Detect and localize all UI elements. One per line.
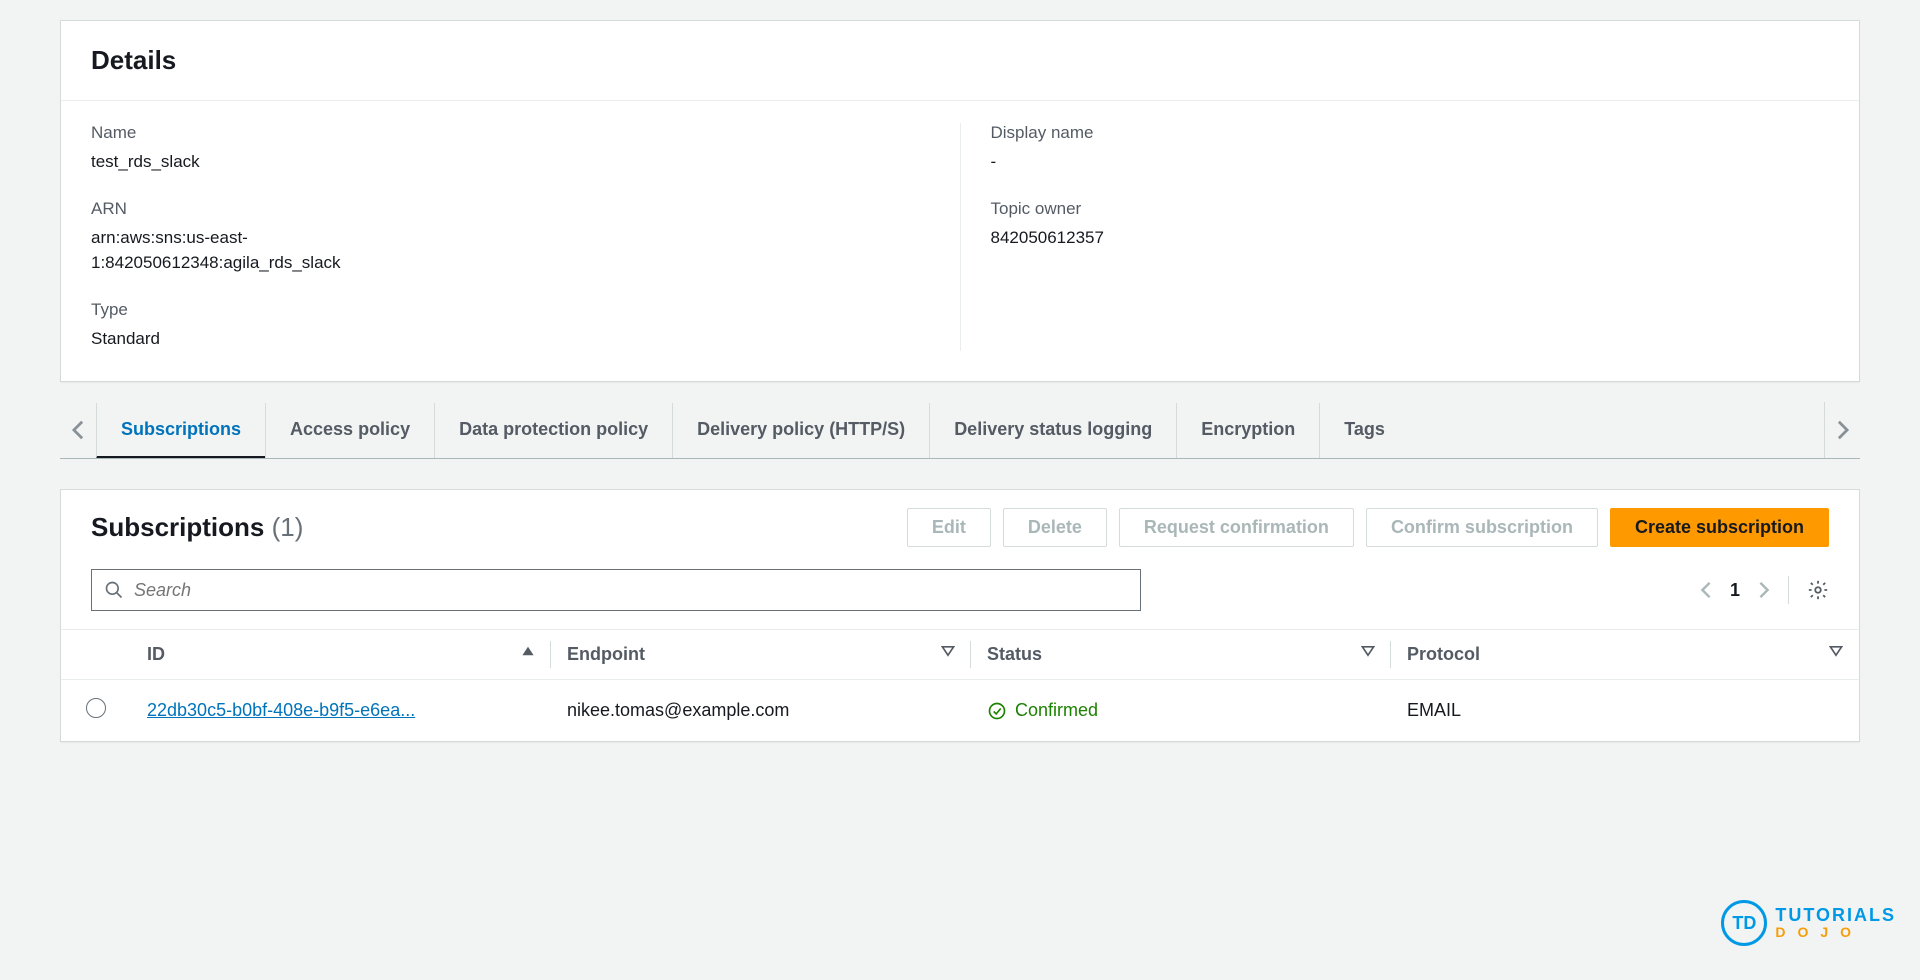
confirm-subscription-button[interactable]: Confirm subscription: [1366, 508, 1598, 547]
subscriptions-count: (1): [272, 512, 304, 542]
delete-button[interactable]: Delete: [1003, 508, 1107, 547]
column-endpoint-label: Endpoint: [567, 644, 645, 664]
check-circle-icon: [987, 701, 1007, 721]
column-select: [61, 630, 131, 680]
row-select-radio[interactable]: [86, 698, 106, 718]
tab-encryption[interactable]: Encryption: [1176, 403, 1319, 458]
table-preferences-button[interactable]: [1807, 579, 1829, 601]
watermark-text: TUTORIALS DOJO: [1775, 906, 1896, 940]
field-topic-owner: Topic owner 842050612357: [991, 199, 1830, 251]
subscriptions-toolbar: 1: [61, 569, 1859, 629]
column-status-label: Status: [987, 644, 1042, 664]
status-badge: Confirmed: [987, 700, 1375, 721]
status-text: Confirmed: [1015, 700, 1098, 721]
field-arn-value: arn:aws:sns:us-east-1:842050612348:agila…: [91, 225, 451, 276]
create-subscription-button[interactable]: Create subscription: [1610, 508, 1829, 547]
column-protocol[interactable]: Protocol: [1391, 630, 1859, 680]
watermark: TD TUTORIALS DOJO: [1721, 900, 1896, 946]
field-display-name-value: -: [991, 149, 1830, 175]
tab-delivery-policy[interactable]: Delivery policy (HTTP/S): [672, 403, 929, 458]
subscriptions-actions: Edit Delete Request confirmation Confirm…: [907, 508, 1829, 547]
tab-tags[interactable]: Tags: [1319, 403, 1409, 458]
edit-button[interactable]: Edit: [907, 508, 991, 547]
field-name-label: Name: [91, 123, 930, 143]
chevron-left-icon: [71, 419, 85, 441]
subscriptions-table: ID Endpoint Status: [61, 629, 1859, 741]
watermark-line2: DOJO: [1775, 925, 1896, 940]
pagination-current: 1: [1730, 580, 1740, 601]
tabs-container: Subscriptions Access policy Data protect…: [60, 402, 1860, 459]
field-display-name: Display name -: [991, 123, 1830, 175]
subscriptions-header: Subscriptions (1) Edit Delete Request co…: [61, 490, 1859, 569]
sort-asc-icon: [521, 644, 535, 658]
details-panel: Details Name test_rds_slack ARN arn:aws:…: [60, 20, 1860, 382]
column-id[interactable]: ID: [131, 630, 551, 680]
pagination-next-button[interactable]: [1758, 580, 1770, 600]
field-arn-label: ARN: [91, 199, 930, 219]
subscription-endpoint: nikee.tomas@example.com: [567, 700, 789, 720]
details-body: Name test_rds_slack ARN arn:aws:sns:us-e…: [61, 101, 1859, 381]
field-type-label: Type: [91, 300, 930, 320]
details-col-right: Display name - Topic owner 842050612357: [961, 123, 1830, 351]
watermark-line1: TUTORIALS: [1775, 906, 1896, 925]
search-icon: [104, 580, 124, 600]
subscription-protocol: EMAIL: [1407, 700, 1461, 720]
column-protocol-label: Protocol: [1407, 644, 1480, 664]
table-header-row: ID Endpoint Status: [61, 630, 1859, 680]
details-title: Details: [91, 45, 1829, 76]
column-id-label: ID: [147, 644, 165, 664]
subscription-id-link[interactable]: 22db30c5-b0bf-408e-b9f5-e6ea...: [147, 700, 415, 720]
tab-subscriptions[interactable]: Subscriptions: [96, 403, 265, 458]
watermark-badge: TD: [1721, 900, 1767, 946]
tab-delivery-status-logging[interactable]: Delivery status logging: [929, 403, 1176, 458]
column-status[interactable]: Status: [971, 630, 1391, 680]
column-endpoint[interactable]: Endpoint: [551, 630, 971, 680]
field-arn: ARN arn:aws:sns:us-east-1:842050612348:a…: [91, 199, 930, 276]
tabs-list: Subscriptions Access policy Data protect…: [96, 403, 1824, 458]
search-input[interactable]: [134, 580, 1128, 601]
table-row[interactable]: 22db30c5-b0bf-408e-b9f5-e6ea... nikee.to…: [61, 680, 1859, 742]
details-panel-header: Details: [61, 21, 1859, 101]
field-type-value: Standard: [91, 326, 930, 352]
subscriptions-title: Subscriptions (1): [91, 512, 303, 543]
sort-icon: [1361, 644, 1375, 658]
chevron-right-icon: [1758, 580, 1770, 600]
sort-icon: [1829, 644, 1843, 658]
field-name: Name test_rds_slack: [91, 123, 930, 175]
tabs-scroll-right-button[interactable]: [1824, 402, 1860, 458]
field-name-value: test_rds_slack: [91, 149, 930, 175]
field-topic-owner-label: Topic owner: [991, 199, 1830, 219]
subscriptions-panel: Subscriptions (1) Edit Delete Request co…: [60, 489, 1860, 742]
divider: [1788, 576, 1789, 604]
tab-data-protection-policy[interactable]: Data protection policy: [434, 403, 672, 458]
gear-icon: [1807, 579, 1829, 601]
pagination-prev-button[interactable]: [1700, 580, 1712, 600]
details-col-left: Name test_rds_slack ARN arn:aws:sns:us-e…: [91, 123, 961, 351]
tabs-scroll-left-button[interactable]: [60, 402, 96, 458]
field-topic-owner-value: 842050612357: [991, 225, 1830, 251]
chevron-right-icon: [1836, 419, 1850, 441]
pagination: 1: [1700, 576, 1829, 604]
sort-icon: [941, 644, 955, 658]
search-box[interactable]: [91, 569, 1141, 611]
chevron-left-icon: [1700, 580, 1712, 600]
tab-access-policy[interactable]: Access policy: [265, 403, 434, 458]
request-confirmation-button[interactable]: Request confirmation: [1119, 508, 1354, 547]
field-type: Type Standard: [91, 300, 930, 352]
subscriptions-title-text: Subscriptions: [91, 512, 264, 542]
field-display-name-label: Display name: [991, 123, 1830, 143]
